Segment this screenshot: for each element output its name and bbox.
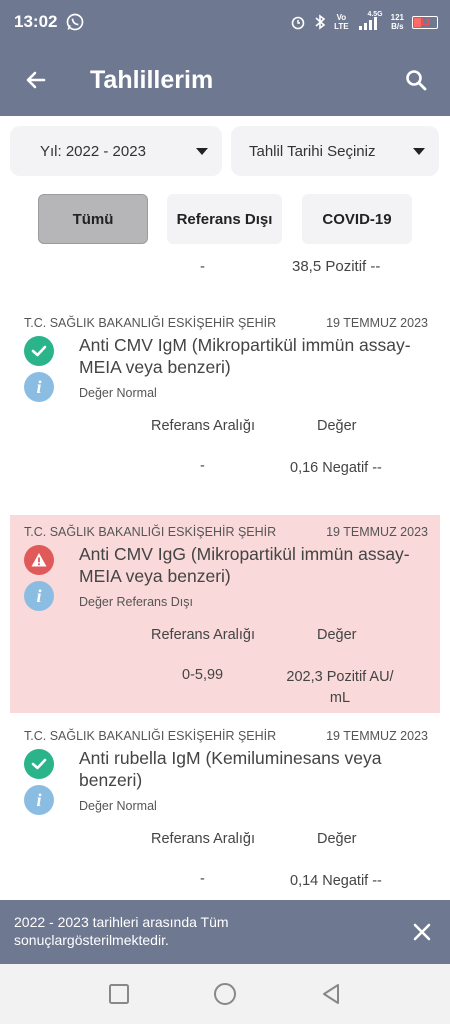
institution-name: T.C. SAĞLIK BAKANLIĞI ESKİŞEHİR ŞEHİR (24, 729, 277, 743)
reference-range-header: Referans Aralığı (151, 418, 255, 434)
result-card-out-of-range[interactable]: T.C. SAĞLIK BAKANLIĞI ESKİŞEHİR ŞEHİR 19… (10, 515, 440, 713)
result-reference: - (200, 871, 205, 887)
signal-icon: 4.5G (357, 11, 383, 31)
institution-name: T.C. SAĞLIK BAKANLIĞI ESKİŞEHİR ŞEHİR (24, 316, 277, 330)
result-reference: 0-5,99 (182, 667, 224, 683)
value-status: Değer Normal (79, 799, 157, 813)
result-value-line: 202,3 Pozitif AU/ (286, 669, 394, 685)
bluetooth-icon (315, 14, 326, 30)
filter-covid-button[interactable]: COVID-19 (302, 194, 412, 244)
filter-all-button[interactable]: Tümü (38, 194, 148, 244)
info-icon[interactable]: i (24, 372, 54, 402)
partial-result-row: - 38,5 Pozitif -- (0, 258, 450, 282)
test-name: Anti rubella IgM (Kemiluminesans veya be… (79, 748, 382, 790)
result-value: 0,14 Negatif -- (290, 873, 382, 889)
info-icon[interactable]: i (24, 581, 54, 611)
value-status: Değer Referans Dışı (79, 595, 193, 609)
info-icon[interactable]: i (24, 785, 54, 815)
result-value: 38,5 Pozitif -- (292, 258, 381, 275)
check-icon (24, 749, 54, 779)
year-dropdown[interactable]: Yıl: 2022 - 2023 (10, 126, 222, 176)
chevron-down-icon (413, 147, 425, 155)
snackbar: 2022 - 2023 tarihleri arasında Tüm sonuç… (0, 900, 450, 964)
back-arrow-icon (26, 71, 46, 89)
app-bar: Tahlillerim (0, 44, 450, 116)
search-icon (406, 70, 427, 91)
network-speed: 121 B/s (390, 13, 404, 31)
result-value-line: mL (329, 690, 351, 706)
result-value: 0,16 Negatif -- (290, 460, 382, 476)
circle-icon (214, 983, 236, 1005)
result-value: 202,3 Pozitif AU/ mL (276, 667, 404, 709)
battery-icon: 13 (412, 15, 438, 29)
date-dropdown-placeholder: Tahlil Tarihi Seçiniz (249, 142, 376, 160)
institution-name: T.C. SAĞLIK BAKANLIĞI ESKİŞEHİR ŞEHİR (24, 525, 277, 539)
whatsapp-icon (67, 13, 84, 31)
year-dropdown-value: Yıl: 2022 - 2023 (40, 142, 146, 160)
value-header: Değer (317, 418, 357, 434)
triangle-back-icon (323, 984, 339, 1004)
status-bar: 13:02 Vo LTE 4.5G 121 B/s 13 (0, 0, 450, 44)
back-nav-button[interactable] (317, 980, 345, 1008)
result-reference: - (200, 458, 205, 474)
chevron-down-icon (196, 147, 208, 155)
result-card[interactable]: T.C. SAĞLIK BAKANLIĞI ESKİŞEHİR ŞEHİR 19… (10, 306, 440, 506)
test-name: Anti CMV IgG (Mikropartikül immün assay-… (79, 544, 410, 586)
value-status: Değer Normal (79, 386, 157, 400)
system-nav-bar (0, 964, 450, 1024)
warning-icon (24, 545, 54, 575)
filter-out-of-range-button[interactable]: Referans Dışı (167, 194, 282, 244)
recents-button[interactable] (105, 980, 133, 1008)
back-button[interactable] (16, 60, 56, 100)
result-reference: - (200, 258, 205, 275)
result-date: 19 TEMMUZ 2023 (326, 525, 428, 539)
alarm-icon (291, 16, 305, 30)
value-header: Değer (317, 831, 357, 847)
snackbar-close-button[interactable] (408, 918, 436, 946)
search-button[interactable] (396, 60, 436, 100)
square-icon (109, 984, 129, 1004)
snackbar-text-line2: sonuçlargösterilmektedir. (14, 932, 169, 948)
result-date: 19 TEMMUZ 2023 (326, 729, 428, 743)
close-icon (413, 923, 431, 941)
value-header: Değer (317, 627, 357, 643)
result-card[interactable]: T.C. SAĞLIK BAKANLIĞI ESKİŞEHİR ŞEHİR 19… (10, 719, 440, 899)
battery-level: 13 (419, 17, 430, 27)
page-title: Tahlillerim (90, 65, 214, 94)
status-time: 13:02 (14, 12, 58, 31)
snackbar-text-line1: 2022 - 2023 tarihleri arasında Tüm (14, 914, 229, 930)
reference-range-header: Referans Aralığı (151, 831, 255, 847)
home-button[interactable] (211, 980, 239, 1008)
check-icon (24, 336, 54, 366)
test-name: Anti CMV IgM (Mikropartikül immün assay-… (79, 335, 411, 377)
date-dropdown[interactable]: Tahlil Tarihi Seçiniz (231, 126, 439, 176)
reference-range-header: Referans Aralığı (151, 627, 255, 643)
volte-indicator: Vo LTE (334, 13, 349, 31)
result-date: 19 TEMMUZ 2023 (326, 316, 428, 330)
